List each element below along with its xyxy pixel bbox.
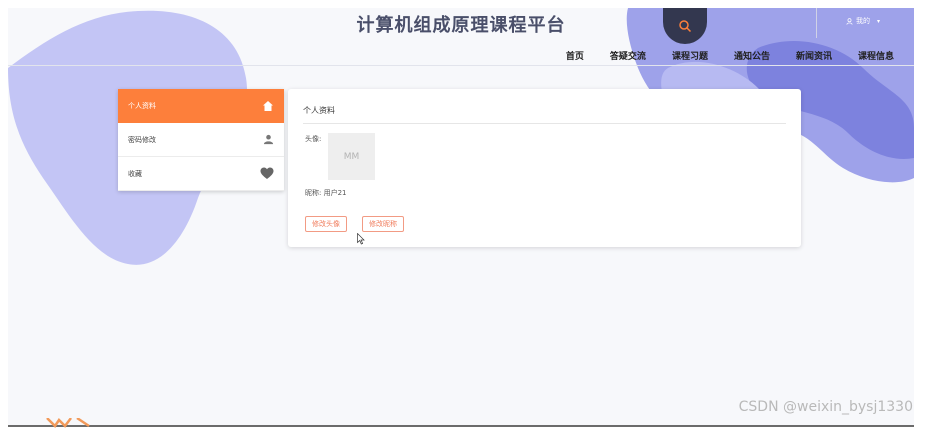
nav-item-qa[interactable]: 答疑交流 xyxy=(610,49,646,62)
heart-icon xyxy=(260,167,274,179)
user-menu-label: 我的 xyxy=(856,17,870,25)
main-nav: 首页 答疑交流 课程习题 通知公告 新闻资讯 课程信息 xyxy=(540,49,894,62)
sidebar-item-profile[interactable]: 个人资料 xyxy=(118,89,284,123)
mouse-cursor-icon xyxy=(357,233,365,245)
sidebar-item-label: 收藏 xyxy=(128,169,142,178)
search-icon xyxy=(679,20,692,33)
user-icon xyxy=(263,134,274,145)
nav-item-exercises[interactable]: 课程习题 xyxy=(672,49,708,62)
site-title: 计算机组成原理课程平台 xyxy=(356,15,566,36)
panel-title: 个人资料 xyxy=(303,106,335,115)
avatar-placeholder-text: MM xyxy=(343,151,360,162)
nickname-label: 昵称: xyxy=(305,189,322,197)
page-viewport: 计算机组成原理课程平台 我的 ▾ 首页 答疑交流 课程习题 通知公告 新闻资讯 … xyxy=(8,8,914,427)
sidebar-item-password[interactable]: 密码修改 xyxy=(118,123,284,157)
screenshot-frame: 计算机组成原理课程平台 我的 ▾ 首页 答疑交流 课程习题 通知公告 新闻资讯 … xyxy=(0,0,927,430)
user-icon xyxy=(846,17,853,25)
avatar: MM xyxy=(328,133,375,180)
nav-item-home[interactable]: 首页 xyxy=(566,49,584,62)
sidebar-item-label: 密码修改 xyxy=(128,135,156,144)
sidebar-item-label: 个人资料 xyxy=(128,102,156,110)
nav-item-notices[interactable]: 通知公告 xyxy=(734,49,770,62)
nickname-row: 昵称: 用户21 xyxy=(305,188,347,198)
nav-item-news[interactable]: 新闻资讯 xyxy=(796,49,832,62)
home-icon xyxy=(263,101,273,111)
panel-divider xyxy=(303,123,786,124)
header-divider xyxy=(816,8,817,38)
avatar-label: 头像: xyxy=(305,135,322,143)
user-menu[interactable]: 我的 ▾ xyxy=(846,16,880,26)
nickname-value: 用户21 xyxy=(323,189,347,197)
top-header: 计算机组成原理课程平台 我的 ▾ 首页 答疑交流 课程习题 通知公告 新闻资讯 … xyxy=(8,8,914,66)
profile-panel: 个人资料 头像: MM 昵称: 用户21 修改头像 修改昵称 xyxy=(288,89,801,247)
sidebar-item-favorites[interactable]: 收藏 xyxy=(118,157,284,191)
nav-item-course-info[interactable]: 课程信息 xyxy=(858,49,894,62)
profile-side-menu: 个人资料 密码修改 收藏 xyxy=(118,89,284,191)
csdn-watermark: CSDN @weixin_bysj1330 xyxy=(738,399,913,415)
logo-icon xyxy=(46,418,90,428)
change-nickname-button[interactable]: 修改昵称 xyxy=(362,216,404,232)
search-button[interactable] xyxy=(663,8,707,44)
change-avatar-button[interactable]: 修改头像 xyxy=(305,216,347,232)
chevron-down-icon: ▾ xyxy=(877,17,881,25)
